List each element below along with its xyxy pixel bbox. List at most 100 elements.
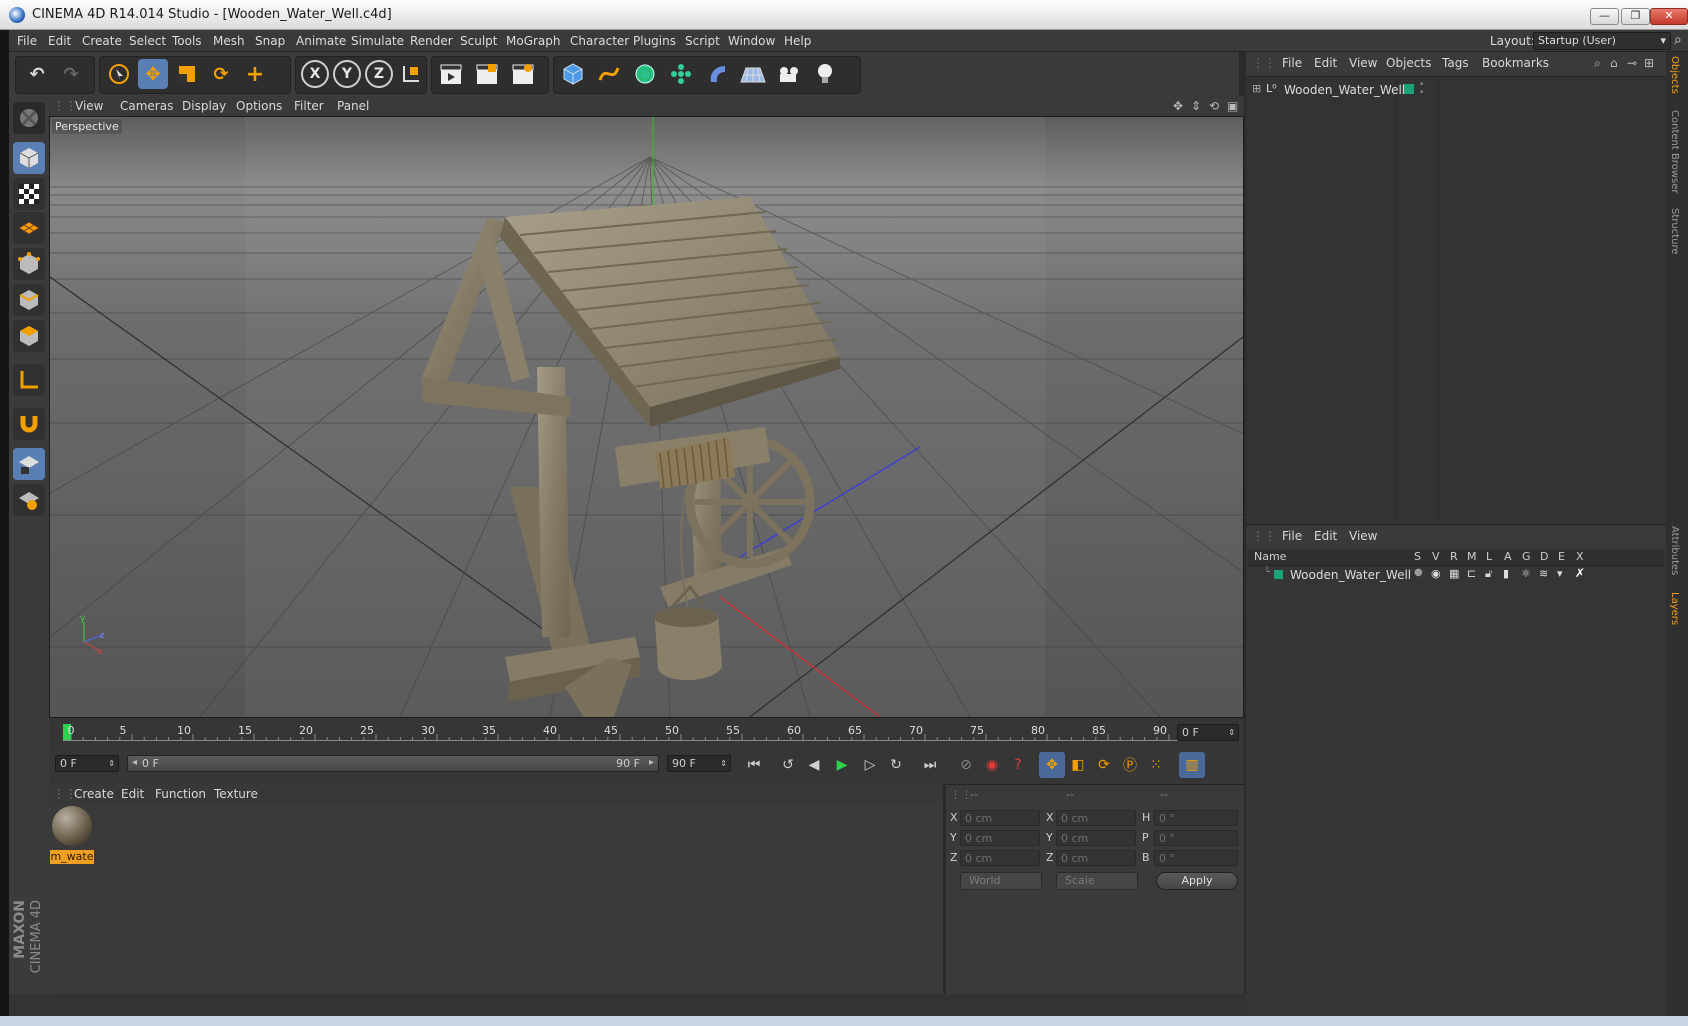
- col-name[interactable]: Name: [1254, 550, 1286, 563]
- visibility-dots-icon[interactable]: • •: [1419, 81, 1424, 98]
- tab-structure[interactable]: Structure: [1669, 208, 1680, 255]
- menu-animate[interactable]: Animate: [296, 34, 346, 48]
- key-rotation-icon[interactable]: ⟳: [1091, 752, 1117, 778]
- col-generators[interactable]: G: [1522, 550, 1531, 563]
- lock-icon[interactable]: 🔓︎: [1485, 567, 1492, 581]
- render-toggle-icon[interactable]: ▦: [1449, 567, 1459, 580]
- coordinate-mode-dropdown[interactable]: World: [960, 872, 1042, 890]
- texture-mode-icon[interactable]: [13, 178, 45, 210]
- go-to-start-icon[interactable]: ⏮: [741, 752, 767, 778]
- start-frame-field[interactable]: 0 F ⇕: [55, 755, 119, 772]
- go-to-previous-key-icon[interactable]: ↺: [775, 752, 801, 778]
- y-axis-lock-button[interactable]: Y: [332, 59, 362, 89]
- material-menu-texture[interactable]: Texture: [214, 787, 258, 801]
- previous-frame-icon[interactable]: ◀: [801, 752, 827, 778]
- solo-toggle-icon[interactable]: ●: [1414, 567, 1423, 578]
- model-mode-icon[interactable]: [13, 142, 45, 174]
- xref-toggle-icon[interactable]: ✗: [1575, 566, 1585, 580]
- minimize-button[interactable]: —: [1590, 8, 1619, 25]
- workplane-lock-icon[interactable]: [13, 448, 45, 480]
- frame-range-slider[interactable]: ◂ 0 F 90 F ▸: [127, 755, 659, 772]
- tab-objects[interactable]: Objects: [1669, 56, 1680, 94]
- tab-layers[interactable]: Layers: [1669, 592, 1680, 625]
- manager-toggle-icon[interactable]: ⊏: [1467, 567, 1476, 580]
- col-render[interactable]: R: [1450, 550, 1458, 563]
- search-icon[interactable]: ⌕: [1594, 56, 1601, 71]
- bend-deformer-icon[interactable]: [702, 59, 732, 89]
- size-x-field[interactable]: 0 cm: [1056, 810, 1136, 826]
- points-mode-icon[interactable]: [13, 248, 45, 280]
- menu-simulate[interactable]: Simulate: [351, 34, 404, 48]
- autokeying-icon[interactable]: ◉: [979, 752, 1005, 778]
- layer-name[interactable]: Wooden_Water_Well: [1290, 568, 1411, 582]
- make-editable-icon[interactable]: [13, 102, 45, 134]
- undo-icon[interactable]: ↶: [22, 59, 52, 89]
- view-eye-icon[interactable]: ◉: [1431, 567, 1441, 580]
- menu-plugins[interactable]: Plugins: [633, 34, 676, 48]
- zoom-view-icon[interactable]: ⇕: [1191, 99, 1201, 113]
- end-frame-field[interactable]: 90 F ⇕: [667, 755, 731, 772]
- toggle-view-icon[interactable]: ▣: [1227, 99, 1238, 113]
- current-frame-field[interactable]: 0 F ⇕: [1177, 724, 1239, 741]
- coordinate-system-icon[interactable]: [396, 59, 426, 89]
- apply-button[interactable]: Apply: [1156, 872, 1238, 890]
- menu-tools[interactable]: Tools: [172, 34, 202, 48]
- render-view-icon[interactable]: [436, 59, 466, 89]
- key-parameter-icon[interactable]: Ⓟ: [1117, 752, 1143, 778]
- range-right-arrow-icon[interactable]: ▸: [649, 757, 654, 768]
- layer-menu-edit[interactable]: Edit: [1314, 529, 1337, 543]
- transform-mode-dropdown[interactable]: Scale: [1056, 872, 1138, 890]
- menu-render[interactable]: Render: [410, 34, 453, 48]
- material-menu-create[interactable]: Create: [74, 787, 114, 801]
- play-forward-icon[interactable]: ▶: [829, 752, 855, 778]
- camera-icon[interactable]: [774, 59, 804, 89]
- menu-create[interactable]: Create: [82, 34, 122, 48]
- move-icon[interactable]: ✥: [138, 59, 168, 89]
- deformer-toggle-icon[interactable]: ≋: [1539, 567, 1548, 580]
- live-selection-icon[interactable]: [104, 59, 134, 89]
- home-icon[interactable]: ⌂: [1610, 56, 1618, 70]
- object-menu-file[interactable]: File: [1282, 56, 1302, 70]
- tab-attributes[interactable]: Attributes: [1669, 526, 1680, 575]
- spline-pen-icon[interactable]: [594, 59, 624, 89]
- layer-menu-view[interactable]: View: [1349, 529, 1377, 543]
- rot-b-field[interactable]: 0 °: [1154, 850, 1238, 866]
- object-row[interactable]: ⊞ L⁰ Wooden_Water_Well • •: [1246, 81, 1666, 99]
- viewport-menu-cameras[interactable]: Cameras: [120, 99, 173, 113]
- record-keys-icon[interactable]: ⊘: [953, 752, 979, 778]
- col-deformers[interactable]: D: [1540, 550, 1548, 563]
- render-picture-viewer-icon[interactable]: [472, 59, 502, 89]
- menu-help[interactable]: Help: [784, 34, 811, 48]
- material-menu-function[interactable]: Function: [155, 787, 206, 801]
- col-expressions[interactable]: E: [1558, 550, 1565, 563]
- tab-content-browser[interactable]: Content Browser: [1669, 110, 1680, 193]
- viewport-menu-view[interactable]: View: [75, 99, 103, 113]
- col-xref[interactable]: X: [1576, 550, 1584, 563]
- rot-p-field[interactable]: 0 °: [1154, 830, 1238, 846]
- layer-menu-file[interactable]: File: [1282, 529, 1302, 543]
- layout-dropdown[interactable]: Startup (User) ▾: [1533, 32, 1671, 50]
- planar-workplane-icon[interactable]: [13, 484, 45, 516]
- perspective-viewport[interactable]: Perspective y z x: [49, 116, 1244, 718]
- range-left-arrow-icon[interactable]: ◂: [132, 757, 137, 768]
- rotate-view-icon[interactable]: ⟲: [1209, 99, 1219, 113]
- close-button[interactable]: ✕: [1650, 8, 1688, 25]
- menu-mesh[interactable]: Mesh: [213, 34, 245, 48]
- keyframe-selection-icon[interactable]: ?: [1005, 752, 1031, 778]
- new-window-icon[interactable]: ⊞: [1644, 56, 1654, 70]
- menu-mograph[interactable]: MoGraph: [506, 34, 561, 48]
- scale-icon[interactable]: [172, 59, 202, 89]
- menu-edit[interactable]: Edit: [48, 34, 71, 48]
- go-to-end-icon[interactable]: ⏭: [917, 752, 943, 778]
- object-menu-tags[interactable]: Tags: [1442, 56, 1469, 70]
- pos-x-field[interactable]: 0 cm: [960, 810, 1040, 826]
- object-menu-view[interactable]: View: [1349, 56, 1377, 70]
- col-view[interactable]: V: [1432, 550, 1440, 563]
- axis-mode-icon[interactable]: [13, 364, 45, 396]
- object-menu-edit[interactable]: Edit: [1314, 56, 1337, 70]
- x-axis-lock-button[interactable]: X: [300, 59, 330, 89]
- viewport-menu-options[interactable]: Options: [236, 99, 282, 113]
- key-position-icon[interactable]: ✥: [1039, 752, 1065, 778]
- col-locked[interactable]: L: [1486, 550, 1492, 563]
- timeline-window-icon[interactable]: ▥: [1179, 752, 1205, 778]
